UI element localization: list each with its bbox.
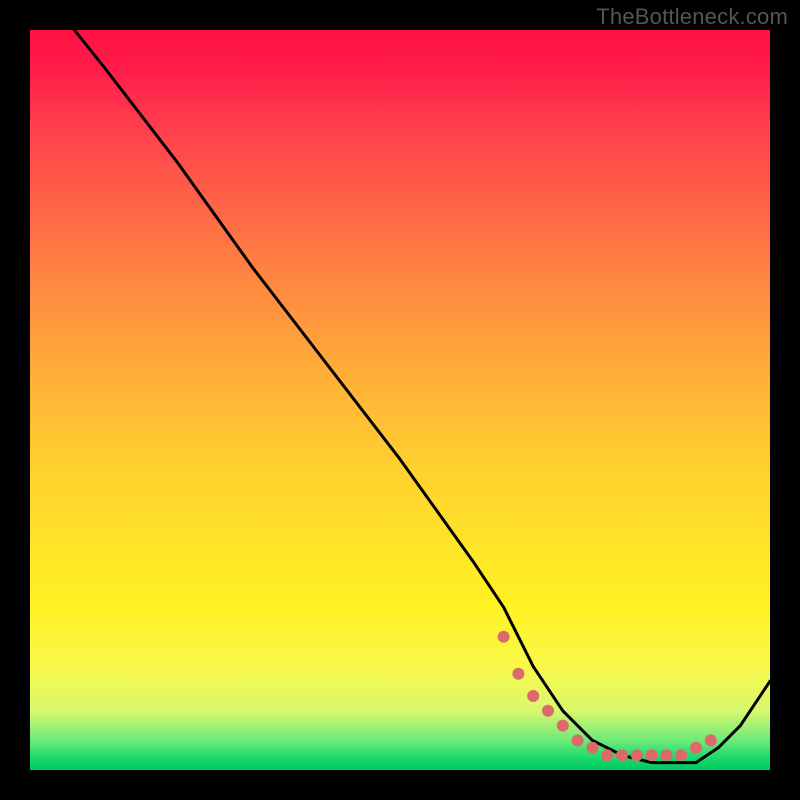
- valley-dot: [675, 749, 687, 761]
- valley-dot: [557, 720, 569, 732]
- curve-line: [30, 0, 770, 763]
- gradient-plot-area: [30, 30, 770, 770]
- chart-frame: TheBottleneck.com: [0, 0, 800, 800]
- valley-dot: [616, 749, 628, 761]
- valley-dot: [527, 690, 539, 702]
- attribution-label: TheBottleneck.com: [596, 4, 788, 30]
- chart-svg: [30, 30, 770, 770]
- valley-dot: [705, 734, 717, 746]
- valley-dot: [498, 631, 510, 643]
- valley-dot: [690, 742, 702, 754]
- valley-dot: [601, 749, 613, 761]
- valley-dot: [586, 742, 598, 754]
- valley-dot: [631, 749, 643, 761]
- valley-dot: [660, 749, 672, 761]
- valley-dot: [646, 749, 658, 761]
- valley-dot: [512, 668, 524, 680]
- valley-dot: [542, 705, 554, 717]
- valley-dot: [572, 734, 584, 746]
- valley-dots: [498, 631, 717, 761]
